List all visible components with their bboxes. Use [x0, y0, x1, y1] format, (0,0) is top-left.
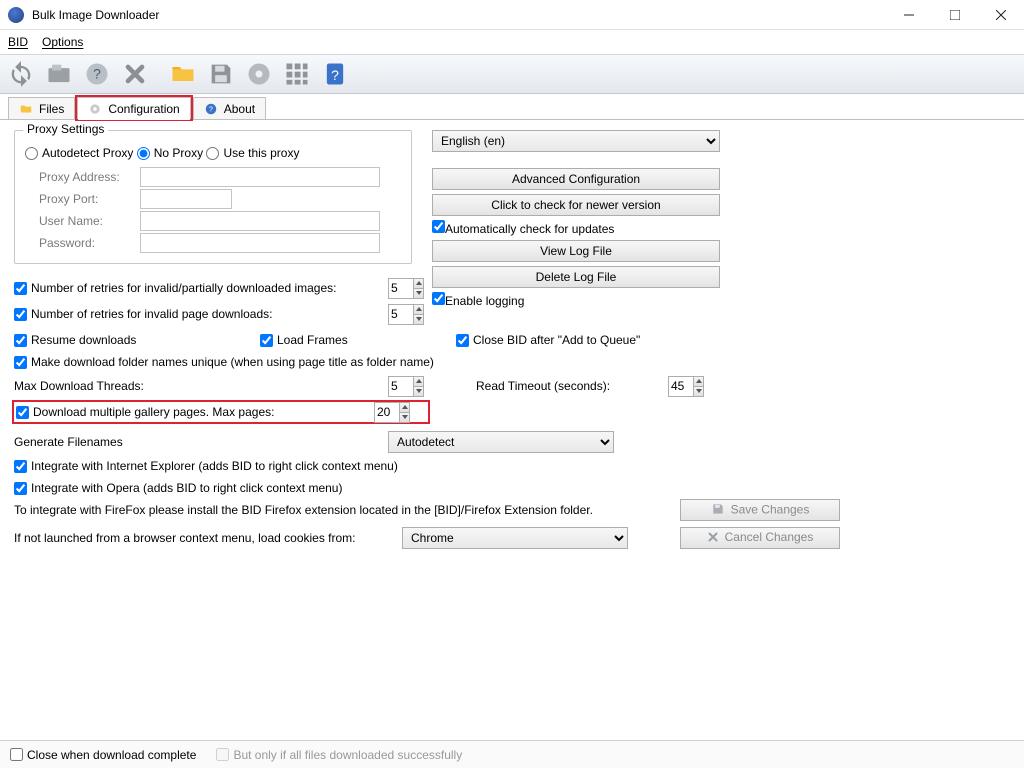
help-globe-button[interactable]: ? — [80, 57, 114, 91]
proxy-settings-group: Proxy Settings Autodetect Proxy No Proxy… — [14, 130, 412, 264]
radio-use-this-proxy[interactable] — [206, 147, 219, 160]
about-icon: ? — [204, 102, 218, 116]
menu-bid[interactable]: BID — [8, 35, 28, 49]
grid-button[interactable] — [280, 57, 314, 91]
right-column: English (en) Advanced Configuration Clic… — [432, 130, 732, 312]
generate-filenames-label: Generate Filenames — [14, 435, 123, 449]
multi-gallery-spinner[interactable] — [374, 402, 410, 423]
tab-about[interactable]: ? About — [193, 97, 266, 119]
tab-files[interactable]: Files — [8, 97, 75, 119]
toolbar: ? ? — [0, 54, 1024, 94]
proxy-address-input[interactable] — [140, 167, 380, 187]
radio-autodetect-proxy[interactable] — [25, 147, 38, 160]
cancel-changes-button[interactable]: Cancel Changes — [680, 527, 840, 549]
close-bid-checkbox[interactable] — [456, 334, 469, 347]
app-icon — [8, 7, 24, 23]
proxy-user-input[interactable] — [140, 211, 380, 231]
enable-logging-checkbox[interactable] — [432, 292, 445, 305]
max-threads-spinner[interactable] — [388, 376, 424, 397]
radio-no-proxy[interactable] — [137, 147, 150, 160]
load-frames-checkbox[interactable] — [260, 334, 273, 347]
save-changes-button[interactable]: Save Changes — [680, 499, 840, 521]
proxy-pass-input[interactable] — [140, 233, 380, 253]
chevron-up-icon[interactable] — [413, 279, 423, 289]
minimize-button[interactable] — [886, 0, 932, 30]
proxy-address-label: Proxy Address: — [39, 170, 134, 184]
menu-bar: BID Options — [0, 30, 1024, 54]
proxy-legend: Proxy Settings — [23, 122, 108, 136]
advanced-config-button[interactable]: Advanced Configuration — [432, 168, 720, 190]
unique-folder-checkbox[interactable] — [14, 356, 27, 369]
retries-images-checkbox[interactable] — [14, 282, 27, 295]
retries-images-spinner[interactable] — [388, 278, 424, 299]
read-timeout-spinner[interactable] — [668, 376, 704, 397]
svg-text:?: ? — [209, 106, 213, 113]
save-disk-button[interactable] — [204, 57, 238, 91]
generate-filenames-select[interactable]: Autodetect — [388, 431, 614, 453]
delete-button[interactable] — [118, 57, 152, 91]
config-panel: Proxy Settings Autodetect Proxy No Proxy… — [0, 120, 1024, 740]
tab-about-label: About — [224, 102, 255, 116]
resume-downloads-checkbox[interactable] — [14, 334, 27, 347]
tabs: Files Configuration ? About — [0, 94, 1024, 120]
proxy-user-label: User Name: — [39, 214, 134, 228]
proxy-port-label: Proxy Port: — [39, 192, 134, 206]
open-image-button[interactable] — [42, 57, 76, 91]
max-threads-label: Max Download Threads: — [14, 379, 144, 393]
tab-files-label: Files — [39, 102, 64, 116]
gear-icon — [88, 102, 102, 116]
gear-button[interactable] — [242, 57, 276, 91]
proxy-pass-label: Password: — [39, 236, 134, 250]
view-log-button[interactable]: View Log File — [432, 240, 720, 262]
integrate-ie-checkbox[interactable] — [14, 460, 27, 473]
read-timeout-label: Read Timeout (seconds): — [476, 379, 610, 393]
close-when-complete-checkbox[interactable] — [10, 748, 23, 761]
window-title: Bulk Image Downloader — [32, 8, 886, 22]
multi-gallery-checkbox[interactable] — [16, 406, 29, 419]
only-if-success-checkbox — [216, 748, 229, 761]
integrate-opera-checkbox[interactable] — [14, 482, 27, 495]
delete-log-button[interactable]: Delete Log File — [432, 266, 720, 288]
maximize-button[interactable] — [932, 0, 978, 30]
proxy-port-input[interactable] — [140, 189, 232, 209]
check-version-button[interactable]: Click to check for newer version — [432, 194, 720, 216]
auto-check-updates-checkbox[interactable] — [432, 220, 445, 233]
menu-options[interactable]: Options — [42, 35, 83, 49]
title-bar: Bulk Image Downloader — [0, 0, 1024, 30]
files-icon — [19, 102, 33, 116]
save-icon — [711, 502, 725, 519]
retries-pages-spinner[interactable] — [388, 304, 424, 325]
svg-text:?: ? — [93, 66, 101, 82]
retries-pages-checkbox[interactable] — [14, 308, 27, 321]
multi-gallery-row: Download multiple gallery pages. Max pag… — [14, 402, 428, 422]
info-button[interactable]: ? — [318, 57, 352, 91]
svg-text:?: ? — [331, 67, 339, 83]
cookies-select[interactable]: Chrome — [402, 527, 628, 549]
cookies-label: If not launched from a browser context m… — [14, 531, 356, 545]
folder-button[interactable] — [166, 57, 200, 91]
language-select[interactable]: English (en) — [432, 130, 720, 152]
close-button[interactable] — [978, 0, 1024, 30]
tab-configuration-label: Configuration — [108, 102, 179, 116]
chevron-down-icon[interactable] — [413, 289, 423, 298]
refresh-button[interactable] — [4, 57, 38, 91]
firefox-note: To integrate with FireFox please install… — [14, 503, 593, 517]
tab-configuration[interactable]: Configuration — [77, 97, 190, 119]
cancel-icon — [707, 531, 719, 546]
status-bar: Close when download complete But only if… — [0, 740, 1024, 768]
